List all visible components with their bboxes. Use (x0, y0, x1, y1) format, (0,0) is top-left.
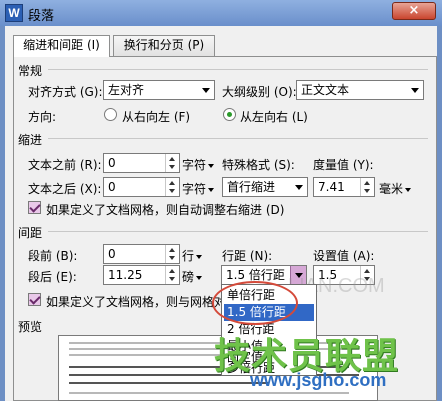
spinner-icon[interactable] (165, 154, 179, 172)
spinner-icon[interactable] (165, 178, 179, 196)
spacing-group-label: 间距 (18, 226, 43, 240)
indent-before-input[interactable]: 0 (103, 153, 180, 173)
line-spacing-label: 行距 (N): (222, 249, 273, 263)
indent-before-unit[interactable]: 字符 (182, 156, 215, 173)
spacing-after-unit[interactable]: 磅 (182, 268, 203, 285)
spacing-before-input[interactable]: 0 (103, 244, 180, 264)
measure-label: 度量值 (Y): (313, 158, 374, 172)
spinner-icon[interactable] (165, 245, 179, 263)
indent-after-input[interactable]: 0 (103, 177, 180, 197)
spacing-before-label: 段前 (B): (28, 249, 78, 263)
tab-indent-spacing[interactable]: 缩进和间距 (I) (13, 35, 110, 57)
ltr-label: 从左向右 (L) (240, 110, 308, 124)
spinner-icon[interactable] (360, 178, 374, 196)
ltr-radio[interactable] (223, 108, 236, 121)
preview-line (69, 382, 269, 384)
spacing-grid-checkbox-label: 如果定义了文档网格，则与网格对 (46, 295, 227, 309)
spacing-after-label: 段后 (E): (28, 270, 77, 284)
spacing-separator (48, 231, 428, 232)
indent-grid-checkbox-label: 如果定义了文档网格，则自动调整右缩进 (D) (46, 203, 285, 217)
tab-line-page-breaks[interactable]: 换行和分页 (P) (113, 35, 215, 56)
alignment-select[interactable]: 左对齐 (103, 80, 215, 100)
spacing-grid-checkbox[interactable] (28, 293, 41, 306)
indent-group-label: 缩进 (18, 133, 43, 147)
chevron-down-icon (196, 275, 203, 280)
chevron-down-icon (405, 187, 412, 192)
general-separator (48, 69, 428, 70)
indent-grid-checkbox[interactable] (28, 201, 41, 214)
measure-input[interactable]: 7.41 (313, 177, 375, 197)
indent-before-label: 文本之前 (R): (28, 158, 102, 172)
chevron-down-icon (407, 81, 423, 99)
title-bar: W 段落 × (0, 0, 442, 26)
close-button[interactable]: × (392, 2, 436, 20)
preview-group-label: 预览 (18, 320, 43, 334)
special-format-label: 特殊格式 (S): (222, 158, 295, 172)
spacing-after-input[interactable]: 11.25 (103, 265, 180, 285)
direction-label: 方向: (28, 110, 57, 124)
rtl-radio[interactable] (104, 108, 117, 121)
chevron-down-icon (196, 254, 203, 259)
wps-writer-icon: W (5, 4, 23, 22)
general-group-label: 常规 (18, 64, 43, 78)
rtl-label: 从右向左 (F) (122, 110, 191, 124)
spinner-icon[interactable] (165, 266, 179, 284)
watermark-url: www.jsgho.com (250, 370, 387, 390)
indent-separator (48, 138, 428, 139)
chevron-down-icon (208, 163, 215, 168)
indent-after-label: 文本之后 (X): (28, 182, 102, 196)
alignment-label: 对齐方式 (G): (28, 85, 103, 99)
spacing-before-unit[interactable]: 行 (182, 247, 203, 264)
outline-level-label: 大纲级别 (O): (222, 85, 297, 99)
chevron-down-icon (208, 187, 215, 192)
special-format-select[interactable]: 首行缩进 (222, 177, 308, 197)
dialog-title: 段落 (28, 9, 55, 24)
chevron-down-icon (291, 178, 307, 196)
outline-level-select[interactable]: 正文文本 (296, 80, 424, 100)
measure-unit[interactable]: 毫米 (379, 180, 412, 197)
set-value-label: 设置值 (A): (313, 249, 375, 263)
paragraph-dialog-window: W 段落 × 缩进和间距 (I) 换行和分页 (P) 常规 对齐方式 (G): … (0, 0, 442, 401)
preview-line (69, 392, 349, 394)
highlight-circle (212, 281, 298, 325)
chevron-down-icon (198, 81, 214, 99)
indent-after-unit[interactable]: 字符 (182, 180, 215, 197)
